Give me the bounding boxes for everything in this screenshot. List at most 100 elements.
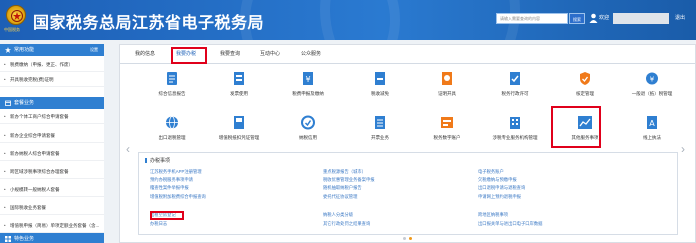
refund-icon: ¥ (646, 72, 658, 85)
tax-item-link[interactable]: 预约办税服务事项申请 (150, 177, 193, 183)
header-decoration (320, 0, 520, 40)
law-icon: A (647, 116, 657, 129)
carousel-dot[interactable] (403, 237, 406, 240)
invoicing-icon (375, 116, 385, 129)
tax-item-link[interactable]: 江苏税务手机APP注册管理 (150, 169, 202, 175)
carousel-dot-active[interactable] (409, 237, 412, 240)
func-label: 一般退（抵）税管理 (631, 91, 673, 96)
func-integrated-info[interactable]: 综合信息报告 (136, 71, 208, 111)
func-label: 增值税抵扣凭证管理 (218, 135, 260, 140)
tax-item-link[interactable]: 纳税人分类分级 (323, 212, 353, 218)
sidebar-item[interactable]: 新办纳税人综合申请套餐 (0, 147, 104, 161)
grid-icon (5, 236, 11, 242)
func-digital-account[interactable]: 税务数字账户 (411, 115, 483, 155)
func-label: 税务数字账户 (433, 135, 461, 140)
permit-icon (510, 72, 520, 85)
func-tax-declare[interactable]: ¥ 税费申报及缴纳 (272, 71, 344, 111)
svg-text:¥: ¥ (650, 76, 655, 84)
func-tax-reduction[interactable]: 税收减免 (344, 71, 416, 111)
tax-item-link[interactable]: 增值税附加税费综合申报查询 (150, 194, 206, 200)
package-icon (5, 100, 11, 106)
search-button[interactable]: 搜索 (569, 13, 585, 24)
tax-item-link[interactable]: 重点税源报告（城市） (323, 169, 366, 175)
tab-interaction[interactable]: 互动中心 (260, 50, 280, 57)
func-invoice-use[interactable]: 发票使用 (203, 71, 275, 111)
shield-icon (580, 72, 590, 85)
tax-item-link[interactable]: 办税日志 (150, 221, 167, 227)
tab-my-info[interactable]: 我的信息 (135, 50, 155, 57)
func-invoicing[interactable]: 开票业务 (344, 115, 416, 155)
func-label: 核定管理 (576, 91, 594, 96)
main-panel: 我的信息 我要办税 我要查询 互动中心 公众服务 综合信息报告 发票使用 ¥ 税… (119, 44, 696, 243)
agency-icon (510, 117, 520, 129)
chevron-left-icon[interactable]: ‹ (126, 142, 130, 156)
func-refund[interactable]: ¥ 一般退（抵）税管理 (616, 71, 688, 111)
globe-icon (166, 116, 178, 129)
func-admin-permit[interactable]: 税务行政许可 (479, 71, 551, 111)
sidebar-item[interactable]: 新办企业综合申请套餐 (0, 129, 104, 143)
site-title: 国家税务总局江苏省电子税务局 (33, 15, 265, 32)
logout-link[interactable]: 退出 (675, 14, 685, 21)
func-verification[interactable]: 核定管理 (549, 71, 621, 111)
sidebar-item[interactable]: 新办个体工商户综合申请套餐 (0, 110, 104, 124)
sidebar-item[interactable]: 小规模转一般纳税人套餐 (0, 183, 104, 197)
func-agency-mgmt[interactable]: 涉税专业服务机构管理 (479, 115, 551, 155)
func-export-refund[interactable]: 出口退税管理 (136, 115, 208, 155)
voucher-icon (234, 116, 244, 129)
certificate-icon (442, 72, 452, 85)
sidebar-item[interactable]: 增值税申报（简易）单项定额业务套餐（含... (0, 219, 104, 233)
carousel-dots (403, 236, 415, 242)
tax-item-link[interactable]: 出口退税申请与退税查询 (478, 185, 525, 191)
func-label: 纳税信用 (299, 135, 317, 140)
tax-item-link[interactable]: 税收优惠管理业务备案申报 (323, 177, 375, 183)
svg-text:A: A (649, 119, 655, 128)
sidebar-section-special[interactable]: 特色业务 (0, 233, 104, 243)
tax-item-link[interactable]: 欠税缴纳与预缴申报 (478, 177, 517, 183)
document-icon (167, 72, 177, 85)
tax-item-link[interactable]: 申请网上预约退税申报 (478, 194, 521, 200)
func-tax-credit[interactable]: 纳税信用 (272, 115, 344, 155)
tax-item-link[interactable]: 跨地区纳税事项 (478, 212, 508, 218)
sidebar: 常用功能 设置 税费缴纳（申报、更正、作废） 开具税收完税(费)证明 套餐业务 … (0, 44, 104, 243)
declaration-icon: ¥ (303, 72, 313, 85)
tax-item-link[interactable]: 其它行政处罚之结果查询 (323, 221, 370, 227)
search-input[interactable]: 请输入需要查询的内容 (496, 13, 568, 24)
sidebar-section-package[interactable]: 套餐业务 (0, 97, 104, 109)
tax-item-link[interactable]: 电子税务账户 (478, 169, 504, 175)
sidebar-section-title: 特色业务 (14, 236, 35, 242)
sidebar-item[interactable]: 开具税收完税(费)证明 (0, 73, 104, 87)
sidebar-item[interactable]: 跨区域涉税事项综合办理套餐 (0, 165, 104, 179)
tax-item-link[interactable]: 稽查性案件举报申报 (150, 185, 189, 191)
tax-emblem-icon (6, 5, 26, 25)
icon-highlight-box (551, 106, 601, 148)
tax-items-title: 办税事项 (144, 158, 171, 164)
sidebar-section-common[interactable]: 常用功能 设置 (0, 44, 104, 56)
func-vat-deduction[interactable]: 增值税抵扣凭证管理 (203, 115, 275, 155)
func-label: 发票使用 (230, 91, 248, 96)
tab-public-service[interactable]: 公众服务 (301, 50, 321, 57)
top-header: 中国税务 国家税务总局江苏省电子税务局 请输入需要查询的内容 搜索 欢迎 退出 (0, 0, 696, 40)
func-label: 出口退税管理 (158, 135, 186, 140)
welcome-text: 欢迎 (599, 15, 610, 21)
func-certificate[interactable]: 证明开具 (411, 71, 483, 111)
svg-text:¥: ¥ (305, 75, 310, 84)
sidebar-settings-link[interactable]: 设置 (90, 44, 98, 56)
invoice-icon (234, 72, 244, 85)
sidebar-item[interactable]: 国际税收业务套餐 (0, 201, 104, 215)
func-online-enforcement[interactable]: A 线上执法 (616, 115, 688, 155)
func-label: 证明开具 (438, 91, 456, 96)
tax-item-link[interactable]: 随机抽取纳税户报告 (323, 185, 362, 191)
star-icon (5, 47, 11, 53)
tax-item-link[interactable]: 委托代征协议管理 (323, 194, 357, 200)
link-highlight-box (150, 211, 184, 220)
func-label: 税收减免 (371, 91, 389, 96)
sidebar-section-title: 常用功能 (14, 47, 35, 53)
sidebar-item[interactable]: 税费缴纳（申报、更正、作废） (0, 58, 104, 72)
tab-query[interactable]: 我要查询 (220, 50, 240, 57)
account-icon (441, 117, 453, 128)
func-label: 税务行政许可 (501, 91, 529, 96)
tax-item-link[interactable]: 出口报关单与进出口电子口岸数据 (478, 221, 542, 227)
chevron-right-icon[interactable]: › (681, 142, 685, 156)
tab-highlight-box (171, 47, 207, 64)
func-label: 开票业务 (371, 135, 389, 140)
